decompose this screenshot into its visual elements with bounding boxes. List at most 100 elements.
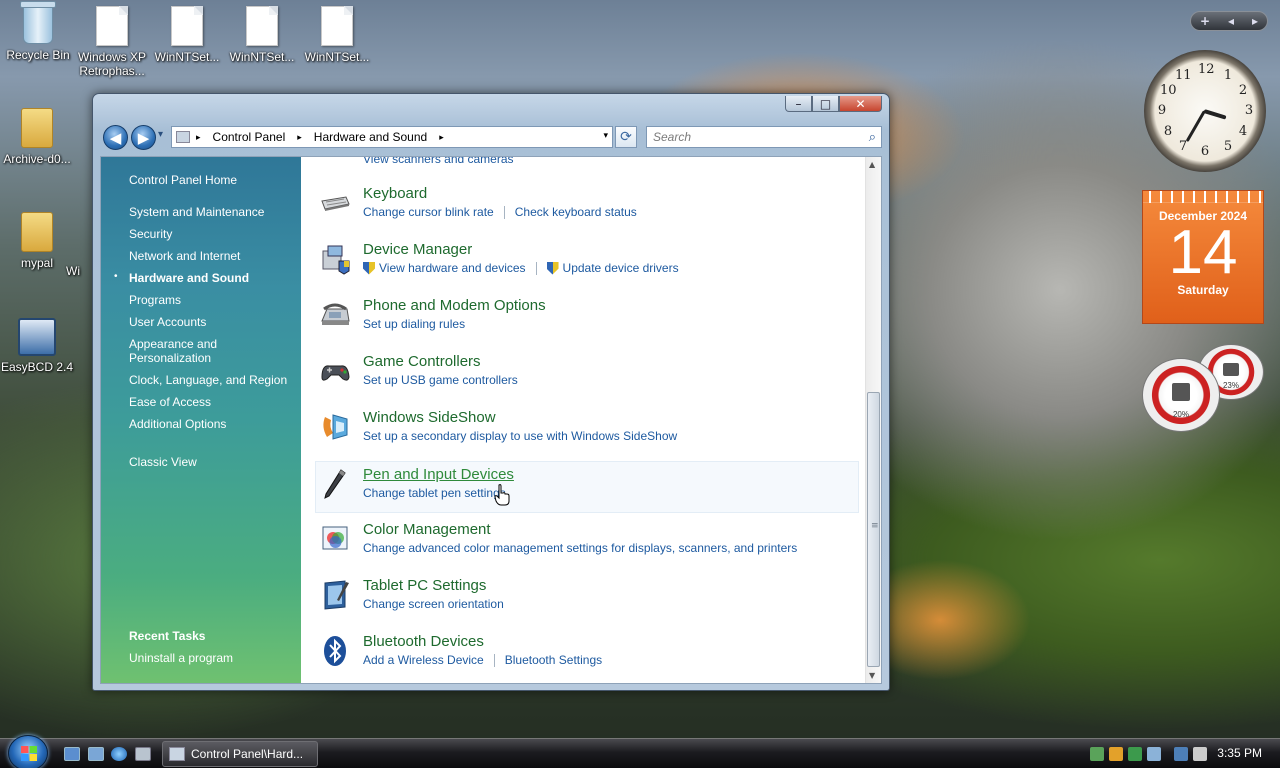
next-gadget-page-button[interactable]: ▸ bbox=[1252, 14, 1258, 28]
file-desktop-icon[interactable]: WinNTSet... bbox=[299, 6, 375, 64]
view-hardware-and-devices-link[interactable]: View hardware and devices bbox=[379, 261, 526, 275]
windows-sideshow-title[interactable]: Windows SideShow bbox=[363, 409, 496, 426]
device-manager-title[interactable]: Device Manager bbox=[363, 241, 472, 258]
sidebar-item-security[interactable]: Security bbox=[129, 227, 172, 241]
list-item-phone-and-modem[interactable]: Phone and Modem Options Set up dialing r… bbox=[316, 293, 856, 345]
calendar-gadget[interactable]: December 2024 14 Saturday bbox=[1142, 190, 1264, 324]
view-scanners-link[interactable]: View scanners and cameras bbox=[363, 157, 514, 166]
list-item-game-controllers[interactable]: Game Controllers Set up USB game control… bbox=[316, 349, 856, 401]
close-button[interactable]: ✕ bbox=[839, 96, 882, 112]
list-item-bluetooth-devices[interactable]: Bluetooth Devices Add a Wireless Device … bbox=[316, 629, 856, 681]
sidebar-control-panel-home[interactable]: Control Panel Home bbox=[129, 173, 237, 187]
cpu-meter-gadget[interactable]: 20% bbox=[1142, 358, 1220, 432]
taskbar-button-control-panel[interactable]: Control Panel\Hard... bbox=[162, 741, 318, 767]
update-device-drivers-link[interactable]: Update device drivers bbox=[563, 261, 679, 275]
tray-app-icon[interactable] bbox=[1090, 747, 1104, 761]
search-icon[interactable]: ⌕ bbox=[869, 129, 876, 145]
bluetooth-devices-title[interactable]: Bluetooth Devices bbox=[363, 633, 484, 650]
tray-app-icon[interactable] bbox=[1128, 747, 1142, 761]
list-item-tablet-pc-settings[interactable]: Tablet PC Settings Change screen orienta… bbox=[316, 573, 856, 625]
forward-button[interactable]: ▶ bbox=[131, 125, 156, 150]
scrollbar-thumb[interactable]: ≡ bbox=[867, 392, 880, 667]
address-bar[interactable]: ▸ Control Panel ▸ Hardware and Sound ▸ ▾ bbox=[171, 126, 613, 148]
minute-hand bbox=[1185, 110, 1206, 143]
scroll-up-arrow-icon[interactable]: ▲ bbox=[869, 160, 875, 169]
pen-and-input-devices-title[interactable]: Pen and Input Devices bbox=[363, 466, 514, 483]
tray-app-icon[interactable] bbox=[1147, 747, 1161, 761]
bluetooth-settings-link[interactable]: Bluetooth Settings bbox=[505, 653, 602, 667]
previous-gadget-page-button[interactable]: ◂ bbox=[1228, 14, 1234, 28]
task-pane: Control Panel Home System and Maintenanc… bbox=[101, 157, 301, 683]
breadcrumb-hardware-and-sound[interactable]: Hardware and Sound bbox=[308, 130, 433, 144]
add-gadget-button[interactable]: + bbox=[1200, 14, 1210, 28]
scroll-down-arrow-icon[interactable]: ▼ bbox=[869, 671, 875, 680]
keyboard-title[interactable]: Keyboard bbox=[363, 185, 427, 202]
file-desktop-icon[interactable]: WinNTSet... bbox=[149, 6, 225, 64]
list-item-keyboard[interactable]: Keyboard Change cursor blink rate Check … bbox=[316, 181, 856, 233]
switch-windows-icon[interactable] bbox=[88, 747, 104, 761]
start-button[interactable] bbox=[8, 735, 48, 768]
check-keyboard-status-link[interactable]: Check keyboard status bbox=[515, 205, 637, 219]
clock-gadget[interactable]: 12 1 2 3 4 5 6 7 8 9 10 11 bbox=[1144, 50, 1266, 172]
color-management-title[interactable]: Color Management bbox=[363, 521, 491, 538]
maximize-button[interactable]: □ bbox=[812, 96, 839, 112]
back-button[interactable]: ◀ bbox=[103, 125, 128, 150]
sidebar-classic-view[interactable]: Classic View bbox=[129, 455, 197, 469]
breadcrumb-separator[interactable]: ▸ bbox=[291, 132, 308, 143]
taskbar-clock[interactable]: 3:35 PM bbox=[1217, 746, 1262, 760]
zip-folder-desktop-icon[interactable]: Archive-d0... bbox=[0, 108, 75, 166]
tablet-pc-settings-title[interactable]: Tablet PC Settings bbox=[363, 577, 486, 594]
game-controllers-title[interactable]: Game Controllers bbox=[363, 353, 481, 370]
change-tablet-pen-settings-link[interactable]: Change tablet pen settings bbox=[363, 486, 506, 500]
sidebar-item-additional-options[interactable]: Additional Options bbox=[129, 417, 226, 431]
breadcrumb-separator[interactable]: ▸ bbox=[190, 132, 207, 143]
show-desktop-icon[interactable] bbox=[64, 747, 80, 761]
folder-desktop-icon[interactable]: mypal bbox=[0, 212, 75, 270]
sidebar-item-ease-of-access[interactable]: Ease of Access bbox=[129, 395, 211, 409]
sidebar-item-clock-language-region[interactable]: Clock, Language, and Region bbox=[129, 373, 287, 387]
sidebar-item-hardware-and-sound[interactable]: Hardware and Sound bbox=[129, 271, 249, 285]
sidebar-item-programs[interactable]: Programs bbox=[129, 293, 181, 307]
folder-icon bbox=[21, 212, 53, 252]
volume-icon[interactable] bbox=[1193, 747, 1207, 761]
minimize-button[interactable]: – bbox=[785, 96, 812, 112]
partial-desktop-icon[interactable]: Wi bbox=[66, 264, 86, 278]
recent-task-uninstall-program[interactable]: Uninstall a program bbox=[129, 651, 233, 665]
quick-launch-icon[interactable] bbox=[135, 747, 151, 761]
search-input[interactable]: Search ⌕ bbox=[646, 126, 882, 148]
address-dropdown-icon[interactable]: ▾ bbox=[603, 130, 608, 141]
search-placeholder: Search bbox=[653, 130, 692, 144]
change-screen-orientation-link[interactable]: Change screen orientation bbox=[363, 597, 504, 611]
sidebar-item-appearance-and-personalization[interactable]: Appearance and Personalization bbox=[129, 337, 249, 365]
change-advanced-color-management-link[interactable]: Change advanced color management setting… bbox=[363, 541, 797, 555]
set-up-secondary-display-link[interactable]: Set up a secondary display to use with W… bbox=[363, 429, 677, 443]
document-icon bbox=[246, 6, 278, 46]
internet-explorer-icon[interactable] bbox=[111, 747, 127, 761]
list-item-color-management[interactable]: Color Management Change advanced color m… bbox=[316, 517, 856, 569]
file-desktop-icon[interactable]: Windows XP Retrophas... bbox=[74, 6, 150, 78]
vertical-scrollbar[interactable]: ▲ ≡ ▼ bbox=[865, 157, 881, 683]
recent-pages-dropdown[interactable]: ▾ bbox=[158, 129, 163, 140]
set-up-usb-game-controllers-link[interactable]: Set up USB game controllers bbox=[363, 373, 518, 387]
keyboard-icon bbox=[321, 196, 350, 211]
sidebar-item-system-and-maintenance[interactable]: System and Maintenance bbox=[129, 205, 264, 219]
breadcrumb-separator[interactable]: ▸ bbox=[433, 132, 450, 143]
list-item-windows-sideshow[interactable]: Windows SideShow Set up a secondary disp… bbox=[316, 405, 856, 457]
list-item-pen-and-input-devices[interactable]: Pen and Input Devices Change tablet pen … bbox=[315, 461, 859, 513]
add-wireless-device-link[interactable]: Add a Wireless Device bbox=[363, 653, 484, 667]
security-tray-icon[interactable] bbox=[1109, 747, 1123, 761]
sidebar-item-network-and-internet[interactable]: Network and Internet bbox=[129, 249, 240, 263]
easybcd-desktop-icon[interactable]: EasyBCD 2.4 bbox=[0, 318, 75, 374]
phone-and-modem-title[interactable]: Phone and Modem Options bbox=[363, 297, 546, 314]
file-desktop-icon[interactable]: WinNTSet... bbox=[224, 6, 300, 64]
network-icon[interactable] bbox=[1174, 747, 1188, 761]
sidebar-item-user-accounts[interactable]: User Accounts bbox=[129, 315, 206, 329]
tablet-pc-settings-links: Change screen orientation bbox=[363, 597, 504, 611]
control-panel-icon bbox=[176, 131, 190, 143]
set-up-dialing-rules-link[interactable]: Set up dialing rules bbox=[363, 317, 465, 331]
breadcrumb-control-panel[interactable]: Control Panel bbox=[207, 130, 292, 144]
change-cursor-blink-rate-link[interactable]: Change cursor blink rate bbox=[363, 205, 494, 219]
list-item-device-manager[interactable]: Device Manager View hardware and devices… bbox=[316, 237, 856, 289]
recycle-bin-desktop-icon[interactable]: Recycle Bin bbox=[0, 1, 76, 62]
refresh-icon[interactable]: ⟳ bbox=[615, 126, 637, 148]
